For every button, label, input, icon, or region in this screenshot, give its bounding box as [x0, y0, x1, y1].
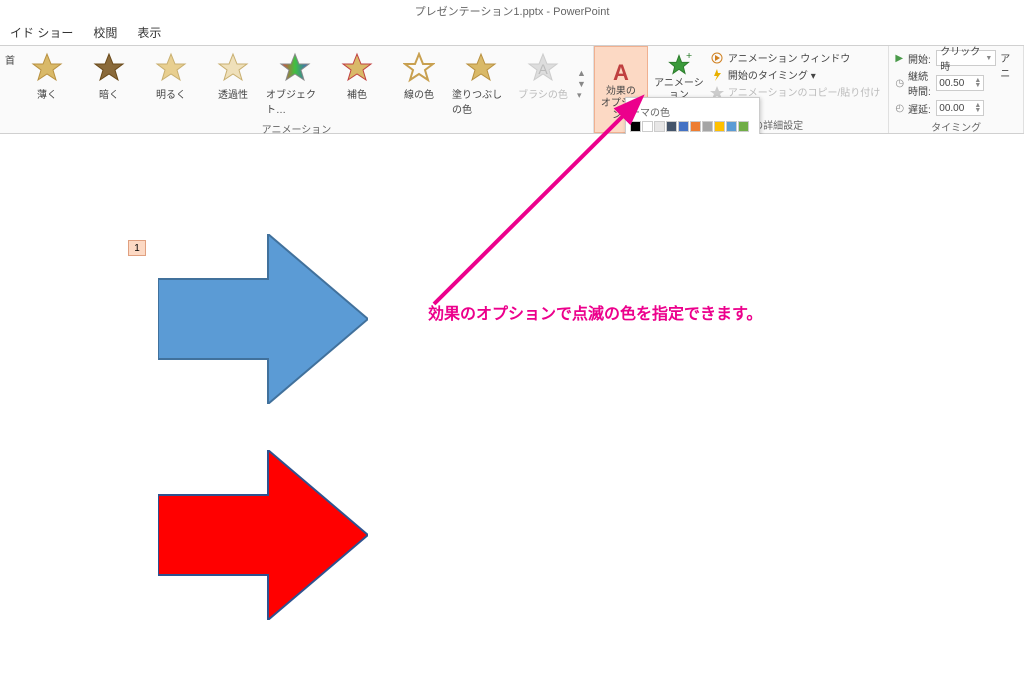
- color-swatch[interactable]: [726, 121, 737, 132]
- color-swatch[interactable]: [690, 121, 701, 132]
- start-label: 開始:: [908, 51, 932, 66]
- group-timing: ▶ 開始: クリック時▼ ◷ 継続時間: 00.50▲▼ ◴ 遅延: 00.00…: [889, 46, 1024, 133]
- pane-icon: [710, 51, 724, 65]
- anim-lighten[interactable]: 明るく: [140, 48, 202, 120]
- star-icon: [155, 52, 187, 84]
- star-icon: [341, 52, 373, 84]
- star-icon: [465, 52, 497, 84]
- start-combo[interactable]: クリック時▼: [936, 50, 996, 66]
- delay-spinner[interactable]: 00.00▲▼: [936, 100, 984, 116]
- anim-object-color[interactable]: オブジェクト…: [264, 48, 326, 120]
- star-icon: [403, 52, 435, 84]
- ribbon: 首 薄く 暗く 明るく 透過性 オブジェクト…: [0, 46, 1024, 134]
- delay-clock-icon: ◴: [895, 103, 904, 114]
- slide-canvas[interactable]: [0, 134, 1024, 677]
- star-icon: [217, 52, 249, 84]
- group-label-timing: タイミング: [893, 118, 1019, 135]
- callout-text: 効果のオプションで点滅の色を指定できます。: [428, 300, 762, 324]
- star-icon: [31, 52, 63, 84]
- gallery-scroll[interactable]: ▲ ▼ ▾: [574, 48, 589, 120]
- tab-slideshow[interactable]: イド ショー: [0, 20, 83, 45]
- gallery-more-icon[interactable]: ▾: [577, 90, 586, 101]
- title-bar: プレゼンテーション1.pptx - PowerPoint: [0, 0, 1024, 22]
- window-title: プレゼンテーション1.pptx - PowerPoint: [415, 3, 610, 19]
- animation-pane-button[interactable]: アニメーション ウィンドウ: [710, 50, 880, 65]
- anim-fill-color[interactable]: 塗りつぶしの色: [450, 48, 512, 120]
- animation-gallery: 首 薄く 暗く 明るく 透過性 オブジェクト…: [4, 48, 589, 120]
- group-animation: 首 薄く 暗く 明るく 透過性 オブジェクト…: [0, 46, 594, 133]
- color-swatch[interactable]: [630, 121, 641, 132]
- color-swatch[interactable]: [654, 121, 665, 132]
- play-icon: ▶: [895, 53, 904, 64]
- anim-darken[interactable]: 暗く: [78, 48, 140, 120]
- star-icon: [279, 52, 311, 84]
- trigger-button[interactable]: 開始のタイミング ▾: [710, 67, 880, 82]
- svg-text:+: +: [686, 50, 692, 62]
- svg-text:A: A: [613, 60, 629, 85]
- clock-icon: ◷: [895, 78, 904, 89]
- anim-item-partial[interactable]: 首: [4, 48, 16, 120]
- svg-text:A: A: [538, 61, 548, 77]
- theme-colors-label: ーマの色: [630, 102, 755, 121]
- anim-brush-color: A ブラシの色: [512, 48, 574, 120]
- red-arrow-shape[interactable]: [158, 450, 368, 620]
- animation-order-badge[interactable]: 1: [128, 240, 146, 256]
- blue-arrow-shape[interactable]: [158, 234, 368, 404]
- tab-review[interactable]: 校閲: [83, 20, 127, 45]
- color-swatch[interactable]: [738, 121, 749, 132]
- anim-line-color[interactable]: 線の色: [388, 48, 450, 120]
- scroll-down-icon[interactable]: ▼: [577, 79, 586, 89]
- trigger-icon: [710, 68, 724, 82]
- color-swatch[interactable]: [702, 121, 713, 132]
- color-swatch[interactable]: [642, 121, 653, 132]
- star-icon: A: [527, 52, 559, 84]
- anim-transparency[interactable]: 透過性: [202, 48, 264, 120]
- ribbon-tabs: イド ショー 校閲 表示: [0, 22, 1024, 46]
- scroll-up-icon[interactable]: ▲: [577, 68, 586, 78]
- color-swatch[interactable]: [714, 121, 725, 132]
- tab-view[interactable]: 表示: [127, 20, 171, 45]
- duration-spinner[interactable]: 00.50▲▼: [936, 75, 984, 91]
- timing-partial: アニ: [998, 48, 1019, 118]
- anim-complementary[interactable]: 補色: [326, 48, 388, 120]
- duration-label: 継続時間:: [908, 68, 932, 98]
- star-icon: [93, 52, 125, 84]
- theme-color-row: [630, 121, 755, 132]
- star-plus-icon: +: [665, 50, 693, 78]
- letter-a-icon: A: [607, 58, 635, 86]
- anim-fade[interactable]: 薄く: [16, 48, 78, 120]
- delay-label: 遅延:: [908, 101, 932, 116]
- color-swatch[interactable]: [678, 121, 689, 132]
- color-swatch[interactable]: [666, 121, 677, 132]
